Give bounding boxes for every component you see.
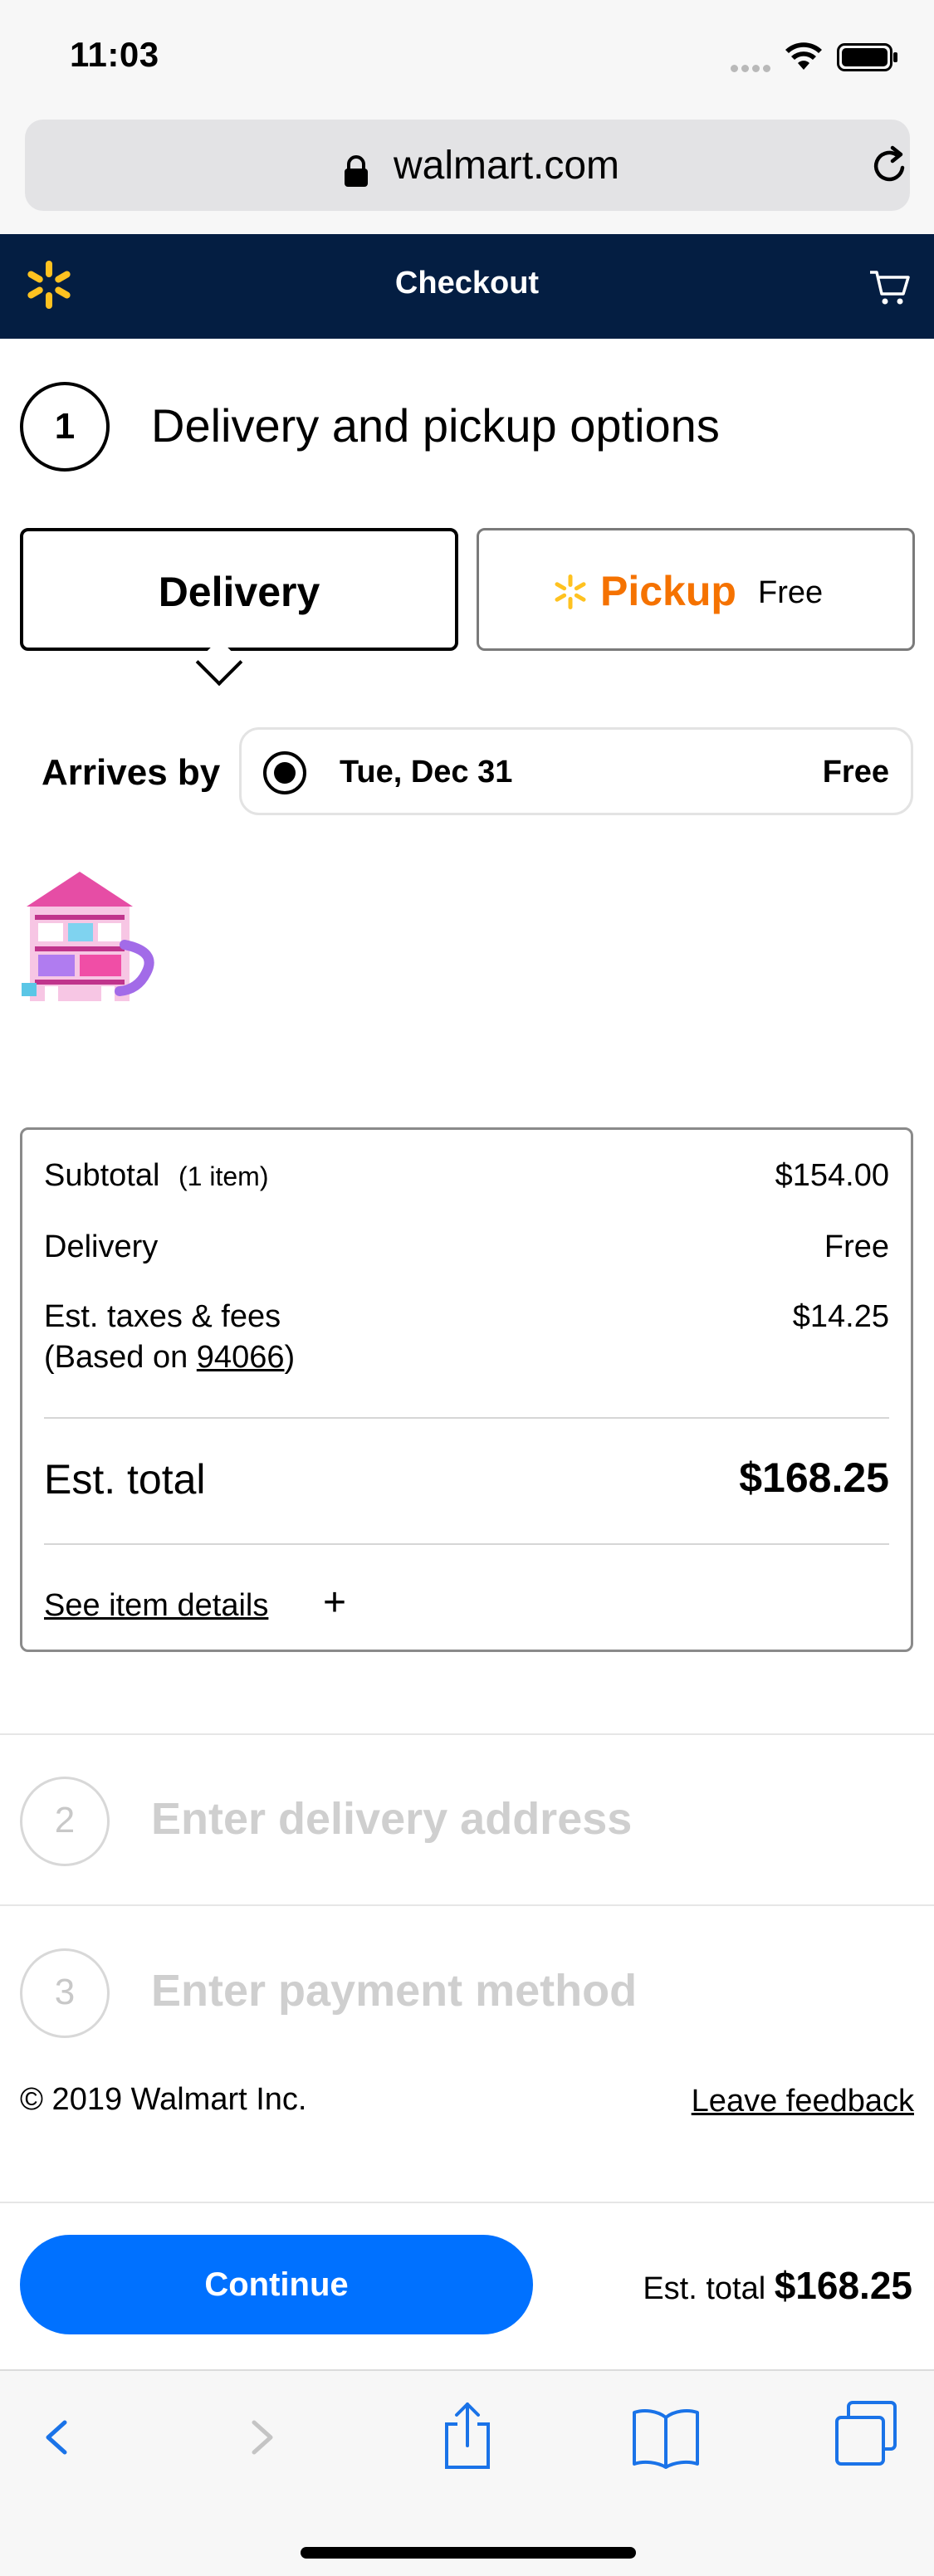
share-icon[interactable] [438,2399,496,2471]
delivery-fee-row: Delivery Free [44,1229,889,1265]
cart-icon[interactable] [868,267,912,307]
see-item-details-link[interactable]: See item details [44,1588,268,1624]
continue-button[interactable]: Continue [20,2235,533,2334]
divider [44,1543,889,1545]
arrives-by-label: Arrives by [42,752,221,793]
subtotal-label: Subtotal [44,1158,160,1193]
wifi-icon [785,42,822,70]
delivery-option-button[interactable]: Delivery [20,528,458,651]
tax-row: Est. taxes & fees (Based on 94066) $14.2… [44,1299,889,1376]
tax-basis-prefix: (Based on [44,1340,197,1375]
step-3-indicator: 3 [20,1948,110,2038]
delivery-fee-value: Free [824,1229,889,1264]
page-title: Checkout [394,266,540,301]
checkout-header: Checkout [0,234,934,339]
home-indicator [301,2547,636,2559]
expand-plus-icon[interactable]: + [323,1583,346,1623]
browser-toolbar [0,2369,934,2576]
tabs-icon[interactable] [832,2399,900,2469]
sticky-checkout-bar: Continue Est. total $168.25 [0,2202,934,2369]
total-label: Est. total [44,1456,206,1503]
delivery-date-option[interactable]: Tue, Dec 31 Free [239,727,913,815]
leave-feedback-link[interactable]: Leave feedback [692,2084,914,2119]
battery-icon [837,43,897,71]
browser-chrome: walmart.com [0,108,934,234]
bookmarks-icon[interactable] [631,2406,701,2469]
step-3-title: Enter payment method [151,1966,638,2016]
tax-basis-suffix: ) [284,1340,296,1375]
status-bar: 11:03 [0,0,934,108]
step-1-title: Delivery and pickup options [151,399,720,452]
delivery-date: Tue, Dec 31 [340,755,513,789]
tax-basis: (Based on 94066) [44,1340,889,1376]
reload-icon[interactable] [868,144,911,188]
address-bar[interactable]: walmart.com [25,120,910,211]
bottom-total-label: Est. total [643,2271,766,2306]
zip-code-link[interactable]: 94066 [197,1340,285,1375]
step-2-title: Enter delivery address [151,1794,633,1844]
delivery-option-label: Delivery [158,569,320,615]
signal-icon [731,61,774,72]
status-time: 11:03 [70,35,159,74]
url-text: walmart.com [394,144,620,188]
total-value: $168.25 [739,1454,889,1501]
step-2-indicator: 2 [20,1777,110,1866]
pickup-price: Free [758,575,824,610]
bottom-total: Est. total $168.25 [643,2263,912,2308]
forward-icon[interactable] [242,2404,282,2471]
delivery-date-price: Free [822,755,889,789]
subtotal-value: $154.00 [775,1158,889,1193]
lock-icon [345,155,368,187]
bottom-total-value: $168.25 [774,2264,912,2307]
subtotal-item-count: (1 item) [178,1161,269,1191]
step-1-indicator: 1 [20,382,110,472]
product-thumbnail[interactable] [22,868,158,1009]
divider [44,1417,889,1419]
order-summary: Subtotal (1 item) $154.00 Delivery Free … [20,1127,913,1652]
subtotal-row: Subtotal (1 item) $154.00 [44,1158,889,1194]
tax-value: $14.25 [792,1299,889,1334]
radio-selected-icon[interactable] [263,751,306,794]
pickup-option-button[interactable]: Pickup Free [477,528,915,651]
delivery-fee-label: Delivery [44,1229,159,1264]
spark-icon [555,574,586,609]
tax-label: Est. taxes & fees [44,1299,281,1334]
section-divider [0,1904,934,1906]
back-icon[interactable] [37,2404,76,2471]
total-row: Est. total $168.25 [44,1454,889,1503]
pickup-option-label: Pickup [600,568,736,614]
section-divider [0,1733,934,1735]
copyright-text: © 2019 Walmart Inc. [20,2082,307,2117]
